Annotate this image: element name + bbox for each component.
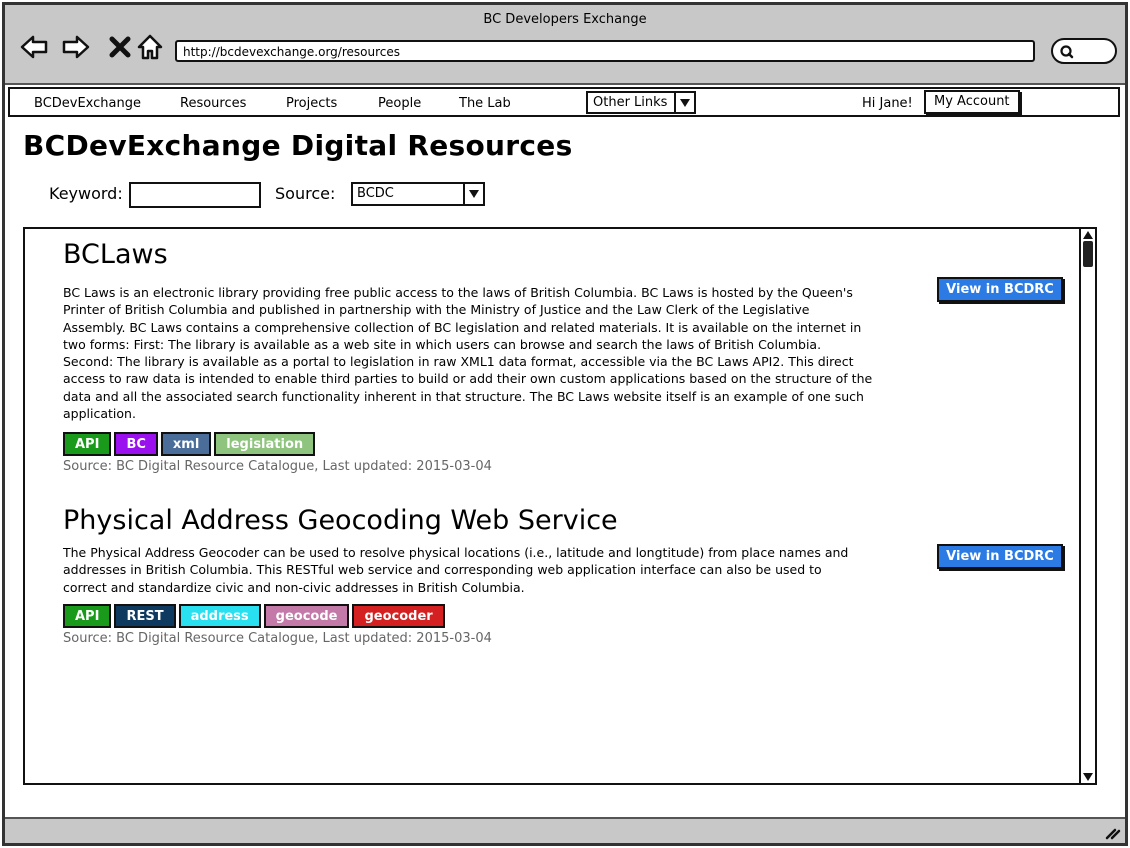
tag-geocoder[interactable]: geocoder [352,603,445,628]
tag-address[interactable]: address [178,603,261,628]
resource-title[interactable]: Physical Address Geocoding Web Service [63,505,903,536]
scroll-up-icon[interactable] [1083,231,1093,239]
scrollbar-thumb[interactable] [1083,241,1093,267]
chevron-down-icon [674,93,694,112]
resource-item: BCLaws BC Laws is an electronic library … [63,239,903,474]
url-input[interactable]: http://bcdevexchange.org/resources [175,40,1035,62]
resize-grip-icon[interactable] [1103,822,1121,840]
other-links-dropdown[interactable]: Other Links [586,91,696,114]
my-account-button[interactable]: My Account [924,90,1020,114]
nav-item-the-lab[interactable]: The Lab [459,96,511,111]
back-arrow-icon[interactable] [19,32,49,62]
user-greeting: Hi Jane! [862,96,913,111]
tag-bc[interactable]: BC [114,432,158,457]
resource-item: Physical Address Geocoding Web Service T… [63,505,903,646]
resource-description: BC Laws is an electronic library providi… [63,285,873,422]
nav-item-people[interactable]: People [378,96,421,111]
view-in-bcdrc-button[interactable]: View in BCDRC [937,277,1063,302]
tag-legislation[interactable]: legislation [214,432,316,457]
source-select[interactable]: BCDC [351,182,485,206]
tag-xml[interactable]: xml [160,432,212,457]
resource-source: Source: BC Digital Resource Catalogue, L… [63,459,492,475]
scroll-down-icon[interactable] [1083,773,1093,781]
browser-chrome: BC Developers Exchange http://bcdevexcha… [5,5,1125,85]
nav-item-projects[interactable]: Projects [286,96,337,111]
search-icon [1060,45,1074,59]
tag-api[interactable]: API [63,432,112,457]
vertical-scrollbar[interactable] [1079,229,1095,783]
nav-item-resources[interactable]: Resources [180,96,246,111]
resource-title[interactable]: BCLaws [63,239,903,270]
keyword-input[interactable] [129,182,261,208]
view-in-bcdrc-button[interactable]: View in BCDRC [937,544,1063,569]
tag-list: API REST address geocode geocoder [63,603,903,628]
browser-window: BC Developers Exchange http://bcdevexcha… [2,2,1128,846]
page-title: BCDevExchange Digital Resources [23,129,573,162]
tag-list: API BC xml legislation [63,432,903,457]
forward-arrow-icon[interactable] [61,32,91,62]
chevron-down-icon [463,184,483,204]
keyword-label: Keyword: [49,184,123,203]
window-title: BC Developers Exchange [483,12,647,27]
nav-item-home[interactable]: BCDevExchange [34,96,141,111]
tag-api[interactable]: API [63,603,112,628]
browser-search-field[interactable] [1051,38,1117,64]
status-bar [5,817,1125,843]
source-label: Source: [275,184,336,203]
resource-source: Source: BC Digital Resource Catalogue, L… [63,630,492,646]
home-icon[interactable] [135,32,165,62]
source-select-value: BCDC [357,186,394,201]
top-navigation: BCDevExchange Resources Projects People … [8,87,1120,117]
results-panel: BCLaws BC Laws is an electronic library … [23,227,1097,785]
tag-rest[interactable]: REST [114,603,176,628]
other-links-label: Other Links [593,95,668,110]
stop-x-icon[interactable] [105,32,135,62]
tag-geocode[interactable]: geocode [263,603,350,628]
resource-description: The Physical Address Geocoder can be use… [63,545,849,595]
